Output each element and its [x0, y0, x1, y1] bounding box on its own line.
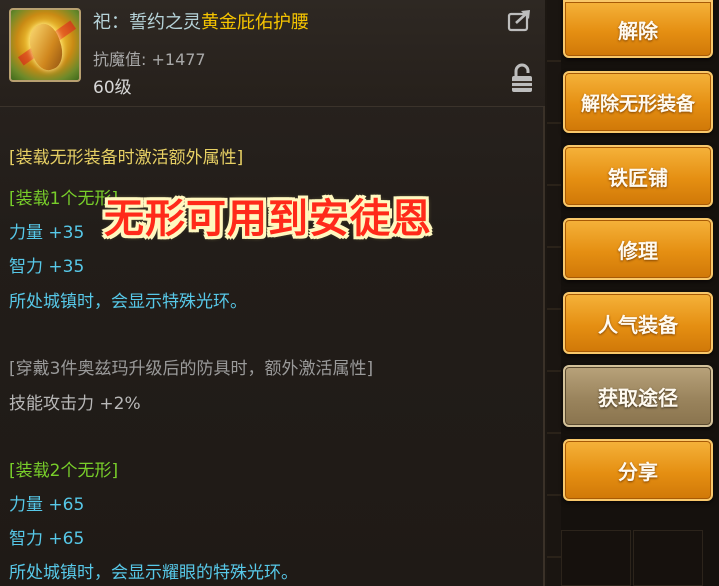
inventory-grid-edge — [547, 0, 561, 586]
obtain-source-button[interactable]: 获取途径 — [563, 365, 713, 427]
overlay-caption: 无形可用到安徒恩 — [104, 196, 432, 242]
repair-button[interactable]: 修理 — [563, 218, 713, 280]
popular-equipment-button[interactable]: 人气装备 — [563, 292, 713, 354]
share-arrow-icon[interactable] — [507, 8, 533, 32]
set1-town-aura: 所处城镇时，会显示特殊光环。 — [9, 292, 247, 312]
share-button[interactable]: 分享 — [563, 439, 713, 501]
item-level: 60级 — [93, 78, 132, 98]
item-name-prefix: 祀：誓约之灵 — [93, 12, 201, 33]
item-name: 祀：誓约之灵黄金庇佑护腰 — [93, 8, 309, 34]
set1-strength: 力量 +35 — [9, 223, 85, 243]
item-header: 祀：誓约之灵黄金庇佑护腰 抗魔值: +1477 60级 — [0, 0, 545, 107]
set2-strength: 力量 +65 — [9, 495, 85, 515]
ozma-skill-attack: 技能攻击力 +2% — [9, 394, 141, 414]
blacksmith-button[interactable]: 铁匠铺 — [563, 145, 713, 207]
golden-belt-icon — [9, 8, 81, 82]
inventory-slot — [561, 530, 631, 586]
padlock-icon[interactable] — [510, 62, 534, 94]
unequip-invisible-button[interactable]: 解除无形装备 — [563, 71, 713, 133]
inventory-slot — [633, 530, 703, 586]
item-name-main: 黄金庇佑护腰 — [201, 12, 309, 33]
set2-title: [装载2个无形] — [9, 461, 119, 481]
invisible-bonus-header: [装载无形装备时激活额外属性] — [9, 148, 244, 168]
item-tooltip-panel: 祀：誓约之灵黄金庇佑护腰 抗魔值: +1477 60级 [装载无形装备时激活额外… — [0, 0, 545, 586]
set2-town-aura: 所处城镇时，会显示耀眼的特殊光环。 — [9, 563, 298, 583]
resist-value: 抗魔值: +1477 — [93, 50, 206, 69]
set1-intelligence: 智力 +35 — [9, 257, 85, 277]
ozma-bonus-header: [穿戴3件奥兹玛升级后的防具时，额外激活属性] — [9, 359, 374, 379]
set2-intelligence: 智力 +65 — [9, 529, 85, 549]
unequip-button[interactable]: 解除 — [563, 0, 713, 58]
set1-title: [装载1个无形] — [9, 189, 119, 209]
